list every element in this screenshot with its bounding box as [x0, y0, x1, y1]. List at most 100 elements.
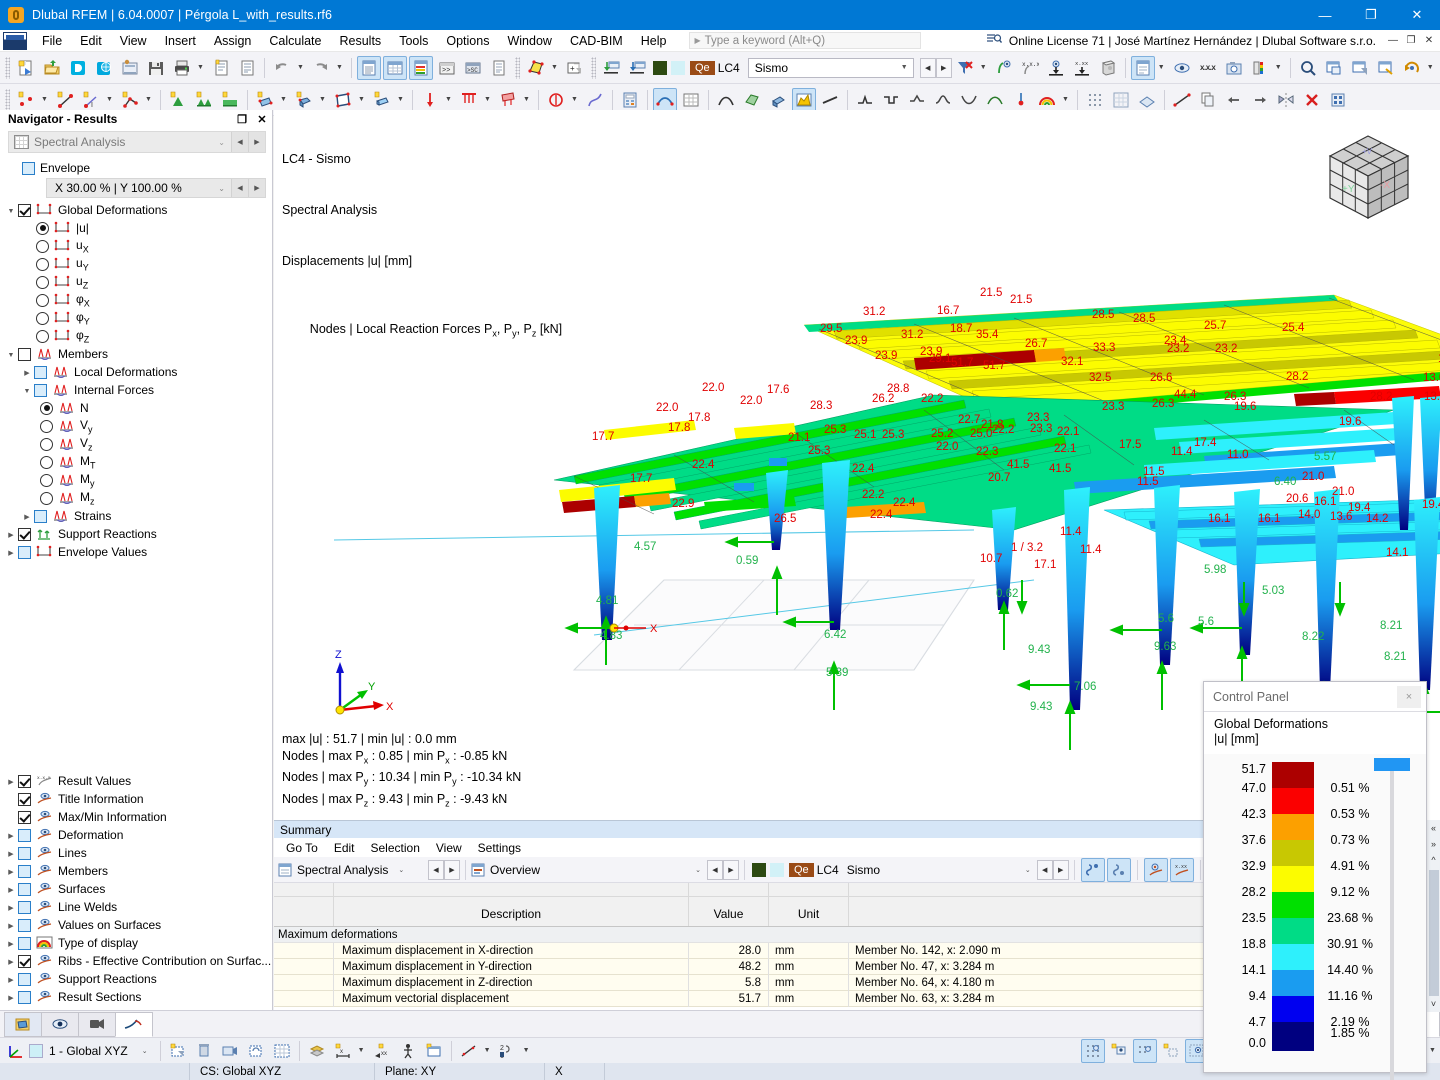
save-icon[interactable] — [144, 56, 168, 80]
result-values-checkbox[interactable] — [18, 774, 31, 788]
redo-dropdown-caret[interactable]: ▼ — [334, 56, 345, 80]
global-deformations-checkbox[interactable] — [18, 203, 31, 217]
expand-toggle-icon[interactable] — [4, 921, 18, 930]
tree-item-support-reactions-display[interactable]: Support Reactions — [0, 970, 272, 988]
color-scale-icon[interactable] — [1248, 56, 1272, 80]
section-n-icon[interactable] — [853, 88, 877, 112]
surface-dropdown-caret-2[interactable]: ▼ — [278, 88, 289, 112]
load-case-select[interactable]: Sismo ▼ — [747, 57, 914, 78]
load-dropdown-caret[interactable]: ▼ — [443, 88, 454, 112]
radio-phiy[interactable] — [36, 311, 49, 325]
view-cube[interactable]: +Y -X +V — [1312, 128, 1420, 228]
tree-item-envelope-values[interactable]: Envelope Values — [0, 543, 272, 561]
tree-item-ribs-effective-contribution[interactable]: Ribs - Effective Contribution on Surfac.… — [0, 952, 272, 970]
tree-item-phix[interactable]: φX — [0, 291, 272, 309]
expand-panel-icon[interactable]: » — [1427, 836, 1440, 852]
spectrum-dropdown-caret[interactable]: ▼ — [1060, 88, 1071, 112]
load-line-dropdown-caret[interactable]: ▼ — [482, 88, 493, 112]
calculate-icon[interactable] — [618, 88, 642, 112]
dimension-dropdown-caret[interactable]: ▼ — [356, 1039, 367, 1063]
view-eye-icon[interactable] — [1170, 56, 1194, 80]
tree-item-strains[interactable]: Strains — [0, 507, 272, 525]
list-view-icon[interactable] — [487, 56, 511, 80]
new-line-support-icon[interactable] — [192, 88, 216, 112]
rotate-dropdown-caret[interactable]: ▼ — [1425, 56, 1436, 80]
tree-item-phiz[interactable]: φZ — [0, 327, 272, 345]
tree-item-members-display[interactable]: Members — [0, 862, 272, 880]
redo-icon[interactable] — [309, 56, 333, 80]
snap-point-icon[interactable] — [1133, 1038, 1157, 1063]
new-surface-icon[interactable] — [253, 88, 277, 112]
new-polyline-icon[interactable] — [118, 88, 142, 112]
summary-analysis-select[interactable]: Spectral Analysis ⌄ — [278, 860, 428, 880]
envelope-factor-select[interactable]: X 30.00 % | Y 100.00 % ⌄ ◀ ▶ — [46, 178, 266, 198]
result-sections-checkbox[interactable] — [18, 990, 31, 1004]
new-member-icon[interactable]: I — [79, 88, 103, 112]
new-opening-icon[interactable] — [331, 88, 355, 112]
zoom-all-icon[interactable] — [1348, 56, 1372, 80]
mirror-copy-icon[interactable] — [1274, 88, 1298, 112]
envelope-checkbox[interactable] — [22, 161, 35, 175]
menu-results[interactable]: Results — [331, 32, 391, 50]
printout-report-icon[interactable] — [209, 56, 233, 80]
measure-icon[interactable] — [1170, 88, 1194, 112]
maxmin-information-checkbox[interactable] — [18, 810, 31, 824]
menu-help[interactable]: Help — [632, 32, 676, 50]
toolbar-grip[interactable] — [591, 56, 596, 79]
mdi-minimize-button[interactable]: — — [1384, 32, 1402, 50]
new-thickness-icon[interactable] — [370, 88, 394, 112]
expand-toggle-icon[interactable] — [20, 386, 34, 395]
cloud-sync-icon[interactable] — [92, 56, 116, 80]
new-surface-support-icon[interactable] — [218, 88, 242, 112]
tree-item-values-on-surfaces[interactable]: Values on Surfaces — [0, 916, 272, 934]
layers-icon[interactable] — [305, 1039, 329, 1063]
tree-item-deformation[interactable]: Deformation — [0, 826, 272, 844]
polyline-dropdown-caret[interactable]: ▼ — [143, 88, 154, 112]
member-dropdown-caret[interactable]: ▼ — [104, 88, 115, 112]
tree-item-My[interactable]: My — [0, 471, 272, 489]
expand-toggle-icon[interactable] — [20, 368, 34, 377]
radio-Vy[interactable] — [40, 419, 53, 433]
tree-item-u-abs[interactable]: |u| — [0, 219, 272, 237]
tab-results-navigator[interactable] — [115, 1011, 153, 1037]
load-case-prev-button[interactable]: ◀ — [919, 57, 936, 78]
summary-filter-icon[interactable] — [1080, 857, 1105, 882]
tree-item-N[interactable]: N — [0, 399, 272, 417]
cs-grid-icon[interactable] — [270, 1039, 294, 1063]
line-style-dropdown-caret[interactable]: ▼ — [482, 1039, 493, 1063]
analysis-type-select[interactable]: Spectral Analysis ⌄ ◀ ▶ — [8, 131, 266, 153]
close-button[interactable]: ✕ — [1394, 0, 1440, 30]
deformation-checkbox[interactable] — [18, 828, 31, 842]
expand-toggle-icon[interactable] — [4, 867, 18, 876]
solid-dropdown-caret[interactable]: ▼ — [317, 88, 328, 112]
opening-dropdown-caret[interactable]: ▼ — [356, 88, 367, 112]
section-mz-icon[interactable] — [983, 88, 1007, 112]
summary-lc-prev[interactable]: ◀ — [1036, 859, 1053, 880]
radio-MT[interactable] — [40, 455, 53, 469]
expand-toggle-icon[interactable] — [4, 530, 18, 539]
tree-item-Vz[interactable]: Vz — [0, 435, 272, 453]
cs-settings-icon[interactable] — [218, 1039, 242, 1063]
deformation-curve-icon[interactable] — [714, 88, 738, 112]
coordinate-system-select[interactable]: 1 - Global XYZ ⌄ — [29, 1041, 156, 1061]
print-icon[interactable] — [170, 56, 194, 80]
summary-view-prev[interactable]: ◀ — [707, 859, 723, 880]
tree-item-type-of-display[interactable]: Type of display — [0, 934, 272, 952]
tree-item-uz[interactable]: uZ — [0, 273, 272, 291]
rotate-view-icon[interactable] — [1400, 56, 1424, 80]
radio-phiz[interactable] — [36, 329, 49, 343]
radio-Mz[interactable] — [40, 491, 53, 505]
grid-table-icon[interactable] — [383, 55, 407, 80]
tab-views-navigator[interactable] — [78, 1011, 116, 1037]
analysis-prev-button[interactable]: ◀ — [231, 132, 248, 152]
snap-dropdown-caret[interactable]: ▼ — [1427, 1039, 1438, 1063]
scroll-up-icon[interactable]: ^ — [1427, 852, 1440, 868]
line-welds-checkbox[interactable] — [18, 900, 31, 914]
summary-lc-select[interactable]: Sismo ⌄ — [847, 860, 1037, 880]
expand-toggle-icon[interactable] — [4, 993, 18, 1002]
analysis-next-button[interactable]: ▶ — [248, 132, 265, 152]
tree-item-global-deformations[interactable]: Global Deformations — [0, 201, 272, 219]
tree-item-support-reactions[interactable]: Support Reactions — [0, 525, 272, 543]
toolbar-grip[interactable] — [515, 56, 520, 79]
navigator-close-button[interactable]: ✕ — [252, 111, 272, 127]
